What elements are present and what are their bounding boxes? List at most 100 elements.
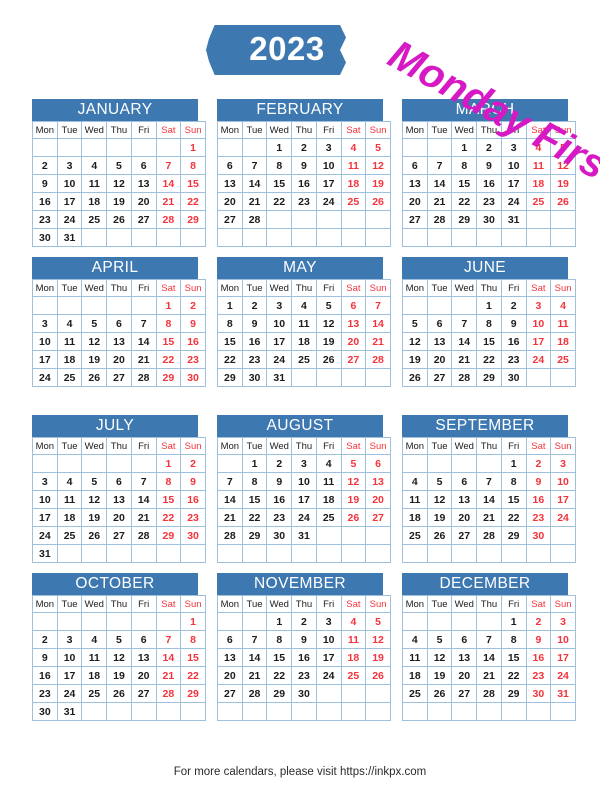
day-cell[interactable]: 25 (56, 526, 83, 545)
day-cell[interactable]: 7 (241, 156, 268, 175)
day-cell[interactable]: 27 (402, 210, 428, 229)
day-cell[interactable]: 7 (476, 630, 502, 649)
day-cell[interactable]: 3 (32, 472, 58, 491)
day-cell[interactable]: 30 (525, 526, 552, 545)
day-cell[interactable]: 27 (106, 526, 132, 545)
day-cell[interactable]: 6 (217, 156, 243, 175)
day-cell[interactable]: 20 (426, 350, 453, 369)
day-cell[interactable]: 5 (106, 630, 132, 649)
day-cell[interactable]: 18 (81, 192, 108, 211)
day-cell[interactable]: 14 (426, 174, 453, 193)
day-cell[interactable]: 26 (426, 684, 453, 703)
day-cell[interactable]: 2 (476, 138, 502, 157)
day-cell[interactable]: 6 (451, 630, 478, 649)
day-cell[interactable]: 8 (180, 156, 206, 175)
day-cell[interactable]: 24 (550, 666, 576, 685)
day-cell[interactable]: 18 (402, 508, 428, 527)
day-cell[interactable]: 16 (291, 174, 317, 193)
day-cell[interactable]: 2 (291, 612, 317, 631)
day-cell[interactable]: 26 (106, 210, 132, 229)
day-cell[interactable]: 8 (500, 472, 527, 491)
day-cell[interactable]: 27 (451, 684, 478, 703)
day-cell[interactable]: 29 (180, 684, 206, 703)
day-cell[interactable]: 23 (32, 684, 58, 703)
day-cell[interactable]: 23 (476, 192, 502, 211)
day-cell[interactable]: 31 (550, 684, 576, 703)
day-cell[interactable]: 1 (266, 612, 293, 631)
day-cell[interactable]: 31 (56, 702, 83, 721)
day-cell[interactable]: 11 (402, 490, 428, 509)
day-cell[interactable]: 4 (56, 472, 83, 491)
day-cell[interactable]: 29 (476, 368, 502, 387)
day-cell[interactable]: 5 (426, 472, 453, 491)
day-cell[interactable]: 27 (130, 210, 157, 229)
day-cell[interactable]: 16 (525, 648, 552, 667)
day-cell[interactable]: 23 (266, 508, 293, 527)
day-cell[interactable]: 15 (500, 648, 527, 667)
day-cell[interactable]: 8 (155, 314, 182, 333)
day-cell[interactable]: 12 (365, 630, 391, 649)
day-cell[interactable]: 7 (155, 630, 182, 649)
day-cell[interactable]: 4 (550, 296, 576, 315)
day-cell[interactable]: 21 (217, 508, 243, 527)
day-cell[interactable]: 26 (315, 350, 342, 369)
day-cell[interactable]: 11 (340, 630, 367, 649)
day-cell[interactable]: 22 (476, 350, 502, 369)
day-cell[interactable]: 8 (476, 314, 502, 333)
day-cell[interactable]: 31 (266, 368, 293, 387)
day-cell[interactable]: 27 (217, 210, 243, 229)
day-cell[interactable]: 4 (402, 630, 428, 649)
day-cell[interactable]: 2 (500, 296, 527, 315)
day-cell[interactable]: 9 (500, 314, 527, 333)
day-cell[interactable]: 23 (32, 210, 58, 229)
day-cell[interactable]: 11 (315, 472, 342, 491)
day-cell[interactable]: 23 (500, 350, 527, 369)
day-cell[interactable]: 29 (451, 210, 478, 229)
day-cell[interactable]: 9 (180, 314, 206, 333)
day-cell[interactable]: 14 (241, 648, 268, 667)
day-cell[interactable]: 12 (106, 648, 132, 667)
day-cell[interactable]: 20 (365, 490, 391, 509)
day-cell[interactable]: 28 (241, 684, 268, 703)
day-cell[interactable]: 5 (402, 314, 428, 333)
day-cell[interactable]: 14 (155, 648, 182, 667)
day-cell[interactable]: 24 (315, 666, 342, 685)
day-cell[interactable]: 7 (155, 156, 182, 175)
day-cell[interactable]: 6 (340, 296, 367, 315)
day-cell[interactable]: 19 (315, 332, 342, 351)
day-cell[interactable]: 15 (266, 648, 293, 667)
day-cell[interactable]: 15 (217, 332, 243, 351)
day-cell[interactable]: 2 (525, 454, 552, 473)
day-cell[interactable]: 22 (241, 508, 268, 527)
day-cell[interactable]: 24 (266, 350, 293, 369)
day-cell[interactable]: 16 (291, 648, 317, 667)
day-cell[interactable]: 25 (340, 192, 367, 211)
day-cell[interactable]: 18 (315, 490, 342, 509)
day-cell[interactable]: 8 (241, 472, 268, 491)
day-cell[interactable]: 13 (340, 314, 367, 333)
day-cell[interactable]: 2 (291, 138, 317, 157)
day-cell[interactable]: 4 (56, 314, 83, 333)
day-cell[interactable]: 31 (32, 544, 58, 563)
day-cell[interactable]: 30 (500, 368, 527, 387)
day-cell[interactable]: 11 (340, 156, 367, 175)
day-cell[interactable]: 25 (402, 684, 428, 703)
day-cell[interactable]: 14 (217, 490, 243, 509)
day-cell[interactable]: 22 (500, 508, 527, 527)
day-cell[interactable]: 19 (106, 192, 132, 211)
day-cell[interactable]: 8 (155, 472, 182, 491)
day-cell[interactable]: 11 (402, 648, 428, 667)
day-cell[interactable]: 3 (266, 296, 293, 315)
day-cell[interactable]: 19 (365, 174, 391, 193)
day-cell[interactable]: 9 (266, 472, 293, 491)
day-cell[interactable]: 21 (451, 350, 478, 369)
day-cell[interactable]: 21 (130, 350, 157, 369)
day-cell[interactable]: 25 (315, 508, 342, 527)
day-cell[interactable]: 5 (426, 630, 453, 649)
day-cell[interactable]: 26 (81, 368, 108, 387)
day-cell[interactable]: 3 (315, 612, 342, 631)
day-cell[interactable]: 29 (500, 526, 527, 545)
day-cell[interactable]: 15 (155, 332, 182, 351)
day-cell[interactable]: 29 (217, 368, 243, 387)
day-cell[interactable]: 30 (180, 368, 206, 387)
